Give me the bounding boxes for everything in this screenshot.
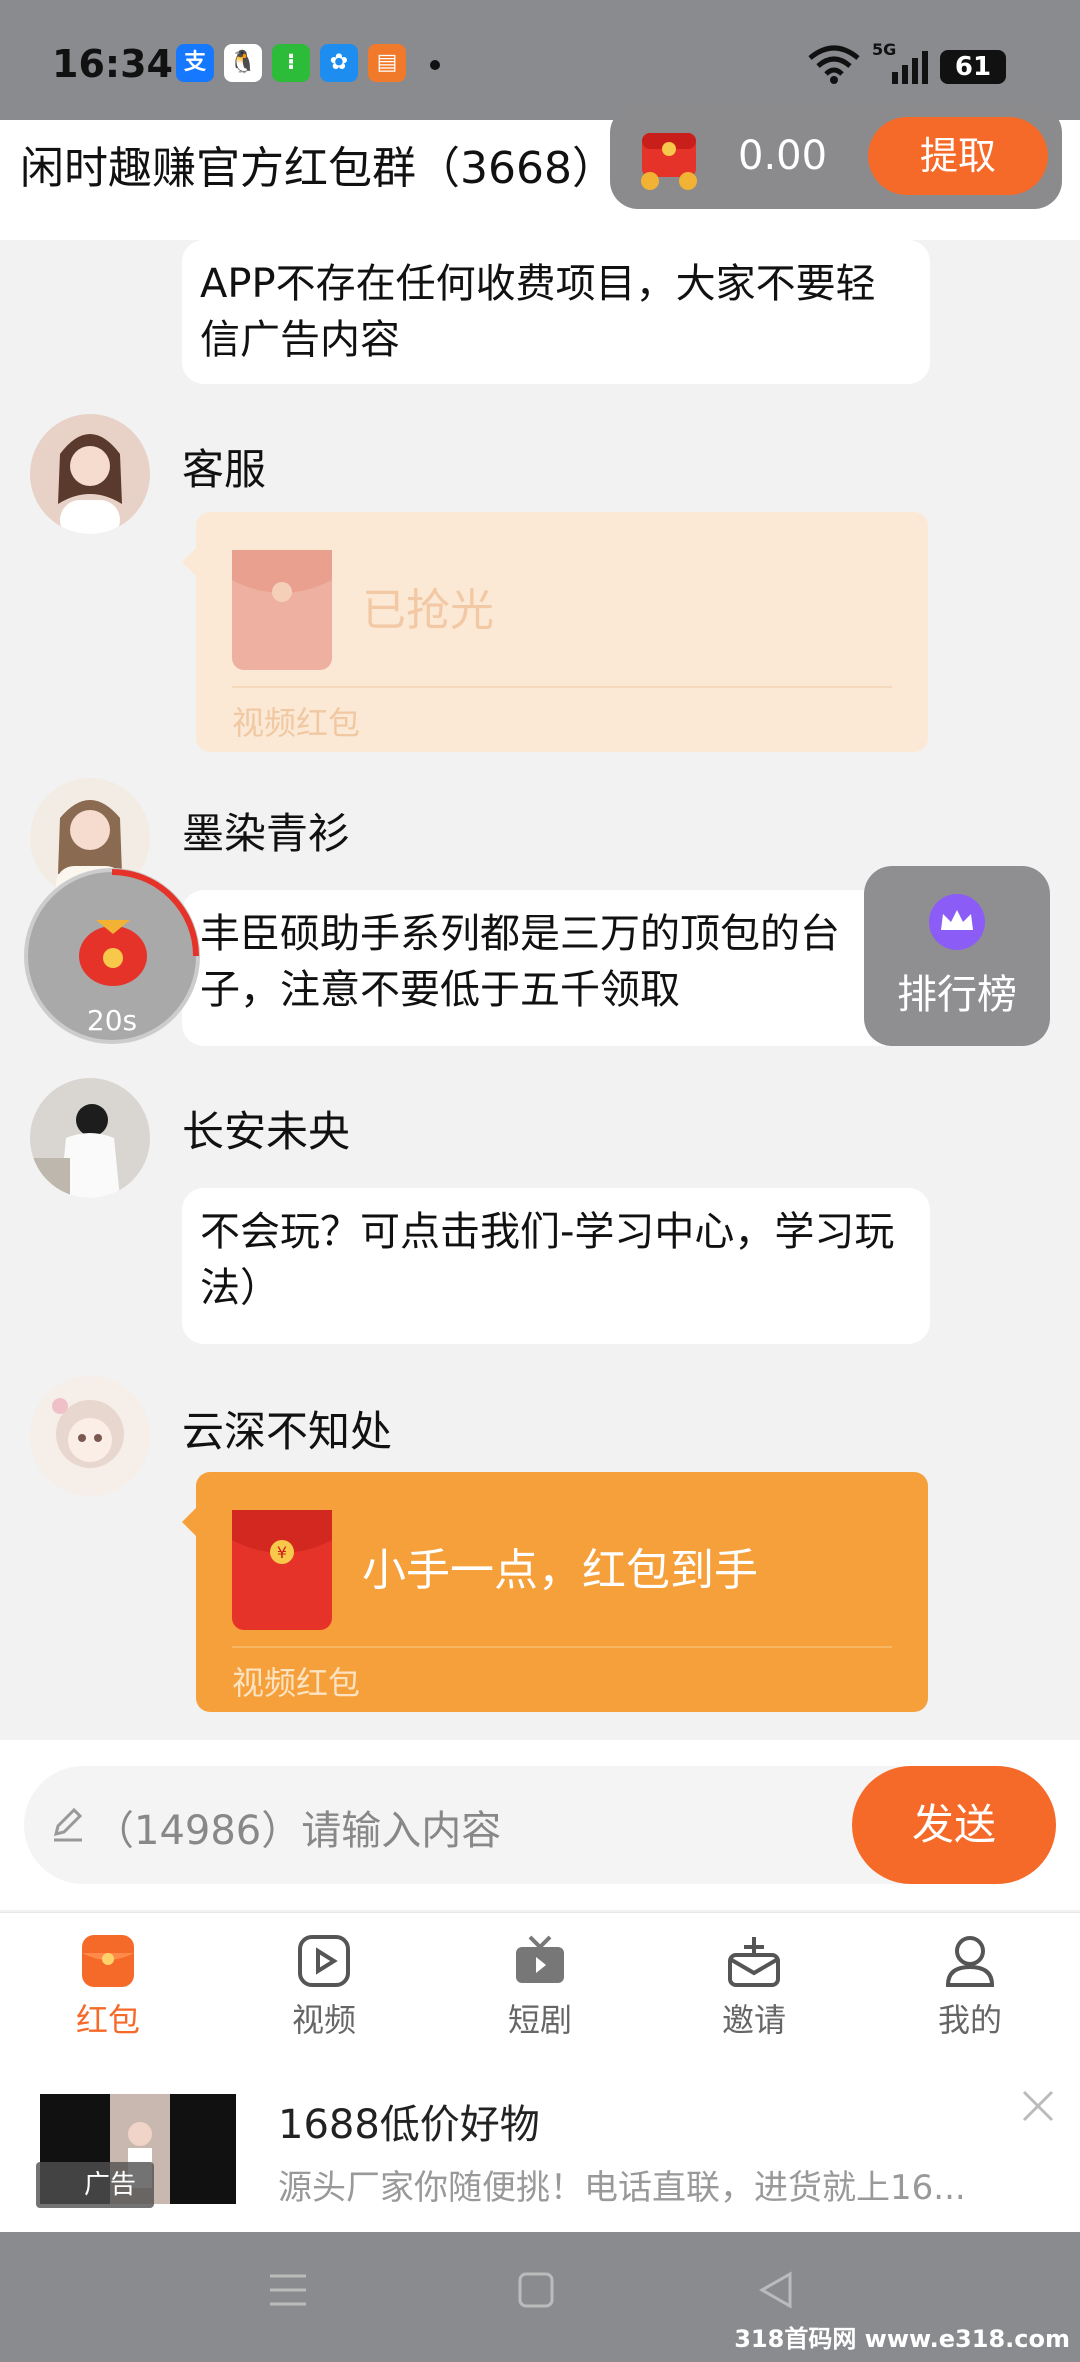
- wallet-balance: 0.00: [738, 133, 828, 179]
- input-placeholder: （14986）请输入内容: [94, 1808, 502, 1854]
- close-icon[interactable]: [1016, 2084, 1060, 2128]
- avatar[interactable]: [30, 1078, 150, 1198]
- red-packet-card[interactable]: 已抢光 视频红包: [182, 512, 928, 752]
- ad-tag: 广告: [36, 2162, 154, 2208]
- notification-dot: [430, 60, 440, 70]
- red-packet-title: 已抢光: [362, 585, 494, 636]
- clock: 16:34: [52, 42, 173, 86]
- alipay-icon: 支: [176, 44, 214, 82]
- sender-name: 客服: [182, 445, 267, 494]
- ranking-label: 排行榜: [897, 972, 1017, 1018]
- countdown-timer: 20s: [86, 1004, 138, 1037]
- message-input-area: （14986）请输入内容 发送: [0, 1740, 1080, 1910]
- home-icon[interactable]: [516, 2270, 556, 2310]
- system-nav-bar: 318首码网 www.e318.com: [0, 2232, 1080, 2362]
- message-bubble: APP不存在任何收费项目，大家不要轻信广告内容: [182, 240, 930, 384]
- nav-item-redpacket[interactable]: 红包: [38, 1933, 178, 2053]
- sender-name: 墨染青衫: [182, 809, 351, 858]
- message-bubble: 丰臣硕助手系列都是三万的顶包的台子，注意不要低于五千领取: [182, 890, 930, 1046]
- sender-name: 云深不知处: [182, 1407, 393, 1456]
- wallet-pill: 0.00 提取: [610, 105, 1062, 209]
- ad-banner[interactable]: 广告 1688低价好物 源头厂家你随便挑！电话直联，进货就上16...: [0, 2072, 1080, 2232]
- divider: [232, 686, 892, 688]
- nav-label: 视频: [291, 2001, 356, 2039]
- user-icon: [945, 1936, 995, 1987]
- red-packet-card[interactable]: ¥ 小手一点，红包到手 视频红包: [182, 1472, 928, 1712]
- avatar[interactable]: [30, 414, 150, 534]
- nav-label: 短剧: [507, 2001, 572, 2039]
- send-button[interactable]: 发送: [852, 1766, 1056, 1884]
- nav-item-profile[interactable]: 我的: [900, 1933, 1040, 2053]
- menu-icon[interactable]: [268, 2270, 308, 2310]
- ranking-button[interactable]: 排行榜: [864, 866, 1050, 1046]
- red-packet-type: 视频红包: [232, 1664, 361, 1702]
- red-envelope-icon: [641, 133, 697, 190]
- app-blue-icon: ✿: [320, 44, 358, 82]
- crown-icon: [929, 894, 985, 950]
- sender-name: 长安未央: [182, 1107, 351, 1156]
- group-title: 闲时趣赚官方红包群（3668）: [20, 143, 616, 194]
- message-bubble: 不会玩？可点击我们-学习中心，学习玩法）: [182, 1188, 930, 1344]
- divider: [232, 1646, 892, 1648]
- nav-item-invite[interactable]: 邀请: [684, 1933, 824, 2053]
- red-packet-type: 视频红包: [232, 704, 361, 742]
- watermark: 318首码网 www.e318.com: [734, 2325, 1070, 2353]
- svg-text:¥: ¥: [277, 1543, 287, 1562]
- book-app-icon: ▤: [368, 44, 406, 82]
- red-packet-icon: ¥: [232, 1510, 332, 1630]
- signal-icon: [892, 51, 928, 84]
- red-packet-title: 小手一点，红包到手: [362, 1545, 758, 1596]
- withdraw-button[interactable]: 提取: [868, 117, 1048, 195]
- ad-description: 源头厂家你随便挑！电话直联，进货就上16...: [278, 2168, 966, 2208]
- nav-label: 邀请: [721, 2001, 786, 2039]
- red-packet-nav-icon: [82, 1935, 134, 1987]
- tv-icon: [516, 1935, 564, 1983]
- battery-indicator: 61: [940, 50, 1006, 84]
- red-packet-icon: [232, 550, 332, 670]
- nav-label: 红包: [75, 2001, 140, 2039]
- invite-icon: [728, 1937, 780, 1987]
- ad-title: 1688低价好物: [278, 2102, 540, 2148]
- nav-label: 我的: [937, 2001, 1002, 2039]
- pencil-icon: [53, 1807, 83, 1842]
- video-icon: [298, 1935, 350, 1987]
- lucky-bag-widget[interactable]: 20s: [24, 868, 200, 1044]
- avatar[interactable]: [30, 1376, 150, 1496]
- bottom-nav: 红包 视频 短剧 邀请 我的: [0, 1912, 1080, 2072]
- back-icon[interactable]: [756, 2270, 796, 2310]
- lucky-bag-icon: [79, 920, 147, 986]
- wifi-icon: [808, 45, 860, 84]
- nav-item-video[interactable]: 视频: [254, 1933, 394, 2053]
- nav-item-short-drama[interactable]: 短剧: [470, 1933, 610, 2053]
- qq-icon: 🐧: [224, 44, 262, 82]
- app-green-icon: ⁝: [272, 44, 310, 82]
- status-bar: 16:34 支 🐧 ⁝ ✿ ▤ 5G 61: [0, 0, 1080, 120]
